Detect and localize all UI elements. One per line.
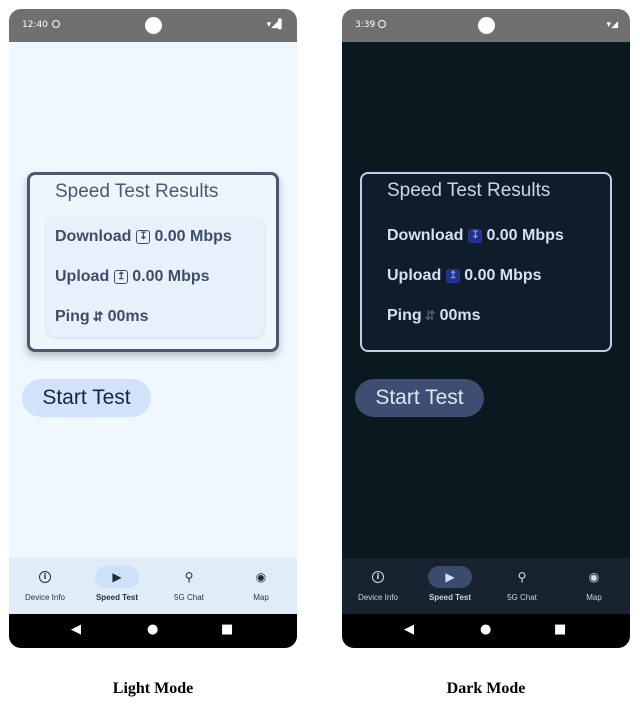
tab-label: Speed Test	[428, 593, 472, 602]
download-label: Download	[55, 228, 132, 245]
tab-label: Device Info	[357, 593, 399, 602]
settings-status-icon	[52, 20, 60, 28]
ping-value: 00ms	[107, 308, 149, 325]
signal-icons: ▾◢	[606, 20, 618, 30]
download-icon: ↧	[136, 230, 151, 244]
signal-battery-icons: ▾◢▌	[266, 20, 285, 30]
recents-icon[interactable]: ■	[221, 622, 233, 637]
play-icon: ▶	[445, 570, 455, 584]
start-test-button[interactable]: Start Test	[22, 379, 151, 417]
caption-light-mode: Light Mode	[112, 680, 194, 697]
upload-value: 0.00 Mbps	[132, 268, 210, 285]
bottom-navigation: i Device Info ▶ Speed Test ⚲ 5G Chat ◉ M…	[342, 558, 630, 614]
system-navigation-bar: ◀ ● ■	[342, 614, 630, 648]
ping-row: Ping ⇵ 00ms	[55, 308, 149, 326]
download-row: Download ↧ 0.00 Mbps	[387, 227, 564, 245]
tab-5g-chat[interactable]: ⚲ 5G Chat	[153, 558, 225, 614]
status-time: 12:40	[22, 20, 48, 30]
search-icon: ⚲	[517, 570, 527, 584]
tab-label: Map	[253, 593, 269, 602]
download-value: 0.00 Mbps	[486, 227, 564, 244]
download-icon: ↧	[468, 229, 483, 243]
card-title: Speed Test Results	[55, 181, 219, 202]
ping-row: Ping ⇵ 00ms	[387, 307, 481, 325]
bottom-navigation: i Device Info ▶ Speed Test ⚲ 5G Chat ◉ M…	[9, 558, 297, 614]
tab-label: Map	[586, 593, 602, 602]
camera-cutout	[478, 17, 495, 34]
back-icon[interactable]: ◀	[404, 622, 414, 637]
main-screen: Speed Test Results Download ↧ 0.00 Mbps …	[342, 42, 630, 558]
tab-label: Speed Test	[95, 593, 139, 602]
card-title: Speed Test Results	[387, 180, 551, 201]
camera-cutout	[145, 17, 162, 34]
home-icon[interactable]: ●	[147, 622, 158, 637]
search-icon: ⚲	[184, 570, 194, 584]
download-value: 0.00 Mbps	[154, 228, 232, 245]
upload-icon: ↥	[114, 270, 129, 284]
tab-label: 5G Chat	[507, 593, 537, 602]
status-time: 3:39	[355, 20, 376, 30]
status-bar: 3:39 ▾◢	[342, 9, 630, 42]
start-test-button[interactable]: Start Test	[355, 379, 484, 417]
main-screen: Speed Test Results Download ↧ 0.00 Mbps …	[9, 42, 297, 558]
tab-speed-test[interactable]: ▶ Speed Test	[414, 558, 486, 614]
home-icon[interactable]: ●	[480, 622, 491, 637]
tab-label: 5G Chat	[174, 593, 204, 602]
download-label: Download	[387, 227, 464, 244]
swap-arrows-icon: ⇵	[92, 309, 104, 324]
system-navigation-bar: ◀ ● ■	[9, 614, 297, 648]
tab-map[interactable]: ◉ Map	[558, 558, 630, 614]
download-row: Download ↧ 0.00 Mbps	[55, 228, 232, 246]
tab-device-info[interactable]: i Device Info	[342, 558, 414, 614]
phone-light-mode: 12:40 ▾◢▌ Speed Test Results Download ↧ …	[9, 9, 297, 648]
settings-status-icon	[378, 20, 386, 28]
ping-label: Ping	[55, 308, 90, 325]
upload-label: Upload	[55, 268, 110, 285]
upload-row: Upload ↥ 0.00 Mbps	[387, 267, 542, 285]
speed-test-results-card: Speed Test Results Download ↧ 0.00 Mbps …	[360, 172, 612, 352]
info-icon: i	[372, 571, 384, 583]
status-bar: 12:40 ▾◢▌	[9, 9, 297, 42]
tab-device-info[interactable]: i Device Info	[9, 558, 81, 614]
ping-label: Ping	[387, 307, 422, 324]
upload-row: Upload ↥ 0.00 Mbps	[55, 268, 210, 286]
recents-icon[interactable]: ■	[554, 622, 566, 637]
ping-value: 00ms	[439, 307, 481, 324]
tab-5g-chat[interactable]: ⚲ 5G Chat	[486, 558, 558, 614]
tab-label: Device Info	[24, 593, 66, 602]
upload-icon: ↥	[446, 269, 461, 283]
tab-speed-test[interactable]: ▶ Speed Test	[81, 558, 153, 614]
upload-label: Upload	[387, 267, 442, 284]
play-icon: ▶	[112, 570, 122, 584]
upload-value: 0.00 Mbps	[464, 267, 542, 284]
swap-arrows-icon: ⇵	[424, 308, 436, 323]
info-icon: i	[39, 571, 51, 583]
speed-test-results-card: Speed Test Results Download ↧ 0.00 Mbps …	[27, 172, 279, 352]
back-icon[interactable]: ◀	[71, 622, 81, 637]
caption-dark-mode: Dark Mode	[446, 680, 526, 697]
phone-dark-mode: 3:39 ▾◢ Speed Test Results Download ↧ 0.…	[342, 9, 630, 648]
location-pin-icon: ◉	[255, 570, 267, 584]
location-pin-icon: ◉	[588, 570, 600, 584]
tab-map[interactable]: ◉ Map	[225, 558, 297, 614]
